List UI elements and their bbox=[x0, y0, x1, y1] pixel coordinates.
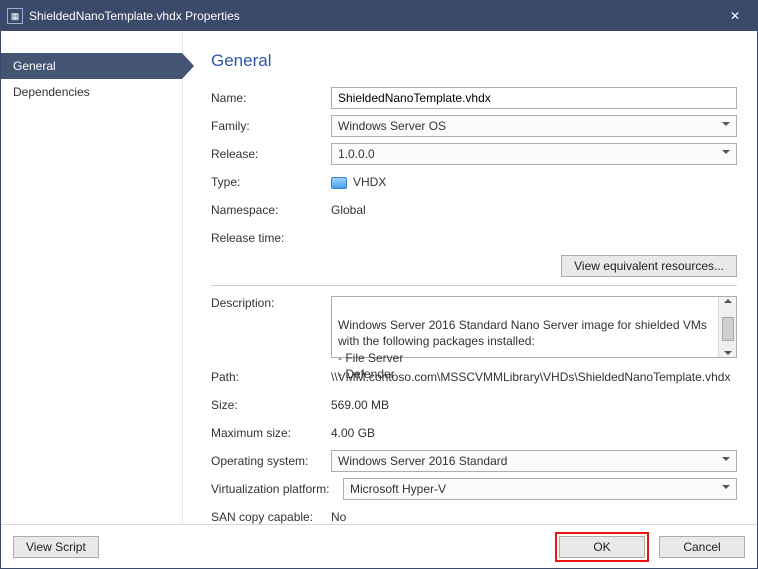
maxsize-value: 4.00 GB bbox=[331, 426, 737, 440]
label-virt: Virtualization platform: bbox=[211, 482, 343, 496]
body: General Dependencies General Name: Famil… bbox=[1, 31, 757, 524]
label-description: Description: bbox=[211, 296, 331, 310]
label-type: Type: bbox=[211, 175, 331, 189]
scrollbar[interactable] bbox=[718, 297, 736, 357]
close-button[interactable]: ✕ bbox=[713, 1, 757, 31]
label-family: Family: bbox=[211, 119, 331, 133]
label-release: Release: bbox=[211, 147, 331, 161]
type-text: VHDX bbox=[353, 175, 386, 189]
label-os: Operating system: bbox=[211, 454, 331, 468]
view-equivalent-button[interactable]: View equivalent resources... bbox=[561, 255, 737, 277]
combo-value: Windows Server OS bbox=[338, 119, 446, 133]
titlebar: ▦ ShieldedNanoTemplate.vhdx Properties ✕ bbox=[1, 1, 757, 31]
vhdx-icon bbox=[331, 177, 347, 189]
tab-label: General bbox=[13, 59, 56, 73]
label-name: Name: bbox=[211, 91, 331, 105]
tab-dependencies[interactable]: Dependencies bbox=[1, 79, 182, 105]
virt-combo[interactable]: Microsoft Hyper-V bbox=[343, 478, 737, 500]
combo-value: 1.0.0.0 bbox=[338, 147, 375, 161]
label-san: SAN copy capable: bbox=[211, 510, 331, 524]
chevron-down-icon bbox=[722, 457, 730, 461]
os-combo[interactable]: Windows Server 2016 Standard bbox=[331, 450, 737, 472]
footer: View Script OK Cancel bbox=[1, 524, 757, 568]
label-releasetime: Release time: bbox=[211, 231, 331, 245]
family-combo[interactable]: Windows Server OS bbox=[331, 115, 737, 137]
label-maxsize: Maximum size: bbox=[211, 426, 331, 440]
tab-general[interactable]: General bbox=[1, 53, 182, 79]
scroll-down-icon bbox=[724, 351, 732, 355]
combo-value: Windows Server 2016 Standard bbox=[338, 454, 507, 468]
release-combo[interactable]: 1.0.0.0 bbox=[331, 143, 737, 165]
label-size: Size: bbox=[211, 398, 331, 412]
scroll-thumb[interactable] bbox=[722, 317, 734, 341]
namespace-value: Global bbox=[331, 203, 737, 217]
view-script-button[interactable]: View Script bbox=[13, 536, 99, 558]
label-path: Path: bbox=[211, 370, 331, 384]
san-value: No bbox=[331, 510, 737, 524]
chevron-down-icon bbox=[722, 485, 730, 489]
sidebar: General Dependencies bbox=[1, 31, 183, 524]
close-icon: ✕ bbox=[730, 9, 740, 23]
tab-label: Dependencies bbox=[13, 85, 90, 99]
scroll-up-icon bbox=[724, 299, 732, 303]
chevron-down-icon bbox=[722, 150, 730, 154]
label-namespace: Namespace: bbox=[211, 203, 331, 217]
ok-highlight: OK bbox=[555, 532, 649, 562]
ok-button[interactable]: OK bbox=[559, 536, 645, 558]
cancel-button[interactable]: Cancel bbox=[659, 536, 745, 558]
window-title: ShieldedNanoTemplate.vhdx Properties bbox=[29, 9, 713, 23]
divider bbox=[211, 285, 737, 286]
type-value: VHDX bbox=[331, 175, 737, 189]
combo-value: Microsoft Hyper-V bbox=[350, 482, 446, 496]
description-textarea[interactable]: Windows Server 2016 Standard Nano Server… bbox=[331, 296, 737, 358]
properties-window: ▦ ShieldedNanoTemplate.vhdx Properties ✕… bbox=[0, 0, 758, 569]
page-title: General bbox=[211, 51, 737, 71]
chevron-down-icon bbox=[722, 122, 730, 126]
name-input[interactable] bbox=[331, 87, 737, 109]
size-value: 569.00 MB bbox=[331, 398, 737, 412]
content-panel: General Name: Family: Windows Server OS R… bbox=[183, 31, 757, 524]
app-icon: ▦ bbox=[7, 8, 23, 24]
